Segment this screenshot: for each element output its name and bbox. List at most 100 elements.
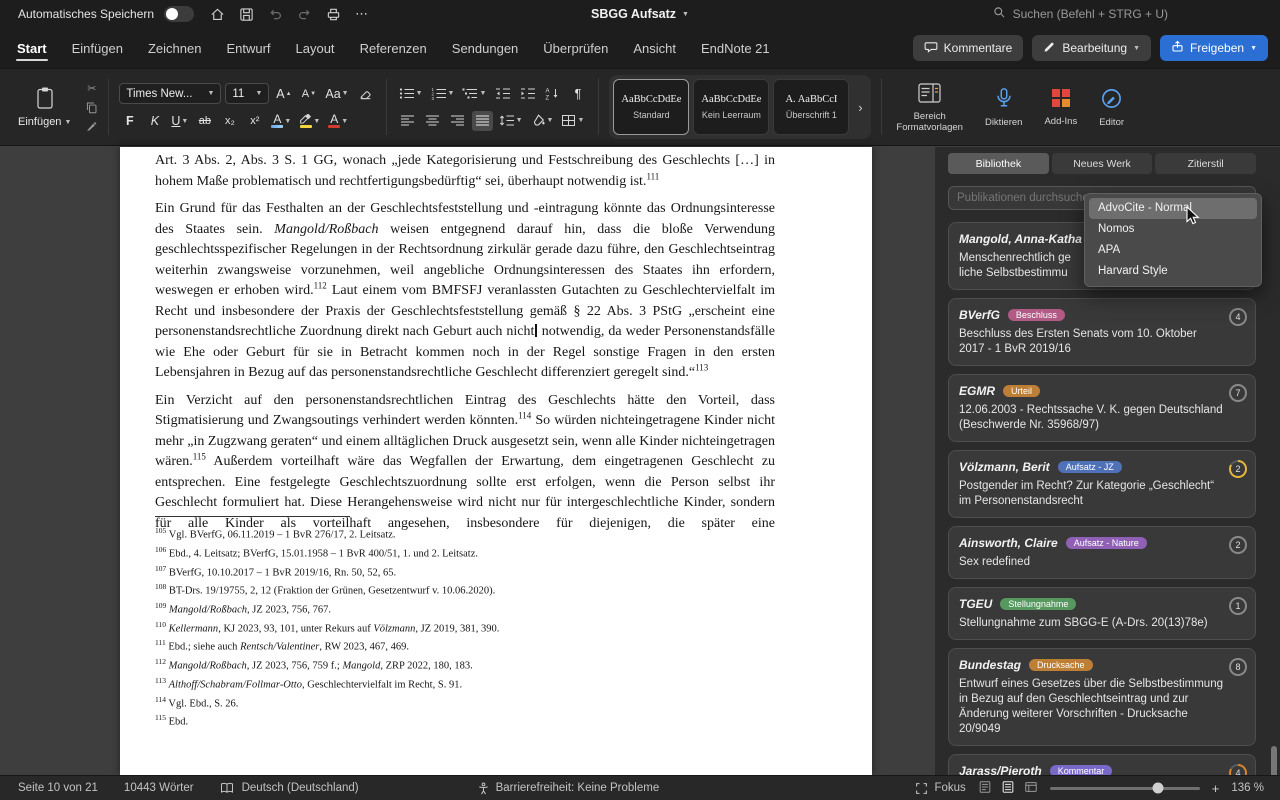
font-color-button[interactable]: A▼ (326, 111, 350, 131)
format-painter-icon[interactable] (85, 119, 98, 133)
language-indicator[interactable]: Deutsch (Deutschland) (242, 782, 359, 794)
sort-button[interactable]: AZ (542, 84, 563, 104)
footnote[interactable]: 108 BT-Drs. 19/19755, 2, 12 (Fraktion de… (155, 580, 775, 599)
share-button[interactable]: Freigeben ▼ (1160, 35, 1268, 61)
subscript-button[interactable]: x₂ (219, 111, 240, 131)
superscript-button[interactable]: x² (244, 111, 265, 131)
footnote[interactable]: 107 BVerfG, 10.10.2017 – 1 BvR 2019/16, … (155, 562, 775, 581)
bullet-list-button[interactable]: ▼ (397, 84, 425, 104)
reference-card[interactable]: EGMRUrteil712.06.2003 - Rechtssache V. K… (948, 374, 1256, 442)
ribbon-tab-endnote-21[interactable]: EndNote 21 (700, 31, 771, 66)
ribbon-tab-start[interactable]: Start (16, 31, 48, 66)
font-size-select[interactable]: 11▼ (225, 83, 269, 104)
footnote[interactable]: 111 Ebd.; siehe auch Rentsch/Valentiner,… (155, 636, 775, 655)
footnote[interactable]: 109 Mangold/Roßbach, JZ 2023, 756, 767. (155, 599, 775, 618)
citation-style-option-advocite-normal[interactable]: AdvoCite - Normal (1089, 198, 1257, 219)
redo-icon[interactable] (297, 7, 312, 22)
footnote[interactable]: 115 Ebd. (155, 711, 775, 730)
ribbon-tab-entwurf[interactable]: Entwurf (225, 31, 271, 66)
grow-font-button[interactable]: A▲ (273, 84, 294, 104)
multilevel-list-button[interactable]: ▼ (460, 84, 488, 104)
strikethrough-button[interactable]: ab (194, 111, 215, 131)
comments-button[interactable]: Kommentare (913, 35, 1024, 61)
document-page[interactable]: Art. 3 Abs. 2, Abs. 3 S. 1 GG, wonach „j… (120, 147, 872, 775)
dictate-button[interactable]: Diktieren (974, 69, 1034, 145)
footnote-area[interactable]: 105 Vgl. BVerfG, 06.11.2019 – 1 BvR 276/… (155, 516, 775, 730)
endnote-tab-neues-werk[interactable]: Neues Werk (1052, 153, 1153, 174)
ribbon-tab-zeichnen[interactable]: Zeichnen (147, 31, 202, 66)
focus-button[interactable]: Fokus (915, 782, 965, 795)
save-icon[interactable] (239, 7, 254, 22)
zoom-slider-thumb[interactable] (1152, 783, 1163, 794)
accessibility-status[interactable]: Barrierefreiheit: Keine Probleme (496, 782, 660, 794)
align-left-button[interactable] (397, 111, 418, 131)
reference-card[interactable]: Ainsworth, ClaireAufsatz - Nature2Sex re… (948, 526, 1256, 579)
document-paragraph[interactable]: Ein Grund für das Festhalten an der Gesc… (155, 199, 775, 384)
document-paragraph[interactable]: Art. 3 Abs. 2, Abs. 3 S. 1 GG, wonach „j… (155, 151, 775, 192)
ribbon-tab-überprüfen[interactable]: Überprüfen (542, 31, 609, 66)
proofing-icon[interactable] (220, 782, 234, 794)
footnote[interactable]: 113 Althoff/Schabram/Follmar-Otto, Gesch… (155, 674, 775, 693)
document-body[interactable]: Art. 3 Abs. 2, Abs. 3 S. 1 GG, wonach „j… (155, 151, 775, 541)
styles-more-button[interactable]: › (853, 100, 867, 115)
line-spacing-button[interactable]: ▼ (497, 111, 525, 131)
increase-indent-button[interactable] (517, 84, 538, 104)
zoom-in-button[interactable]: + (1212, 781, 1220, 796)
align-right-button[interactable] (447, 111, 468, 131)
undo-icon[interactable] (268, 7, 283, 22)
footnote[interactable]: 110 Kellermann, KJ 2023, 93, 101, unter … (155, 618, 775, 637)
copy-icon[interactable] (85, 100, 98, 114)
shrink-font-button[interactable]: A▼ (298, 84, 319, 104)
pilcrow-button[interactable]: ¶ (567, 84, 588, 104)
ribbon-tab-referenzen[interactable]: Referenzen (359, 31, 428, 66)
citation-style-option-harvard-style[interactable]: Harvard Style (1089, 261, 1257, 282)
citation-style-option-nomos[interactable]: Nomos (1089, 219, 1257, 240)
reference-card[interactable]: BVerfGBeschluss4Beschluss des Ersten Sen… (948, 298, 1256, 366)
search-field[interactable]: Suchen (Befehl + STRG + U) (993, 6, 1168, 22)
font-name-select[interactable]: Times New...▼ (119, 83, 221, 104)
footnote[interactable]: 105 Vgl. BVerfG, 06.11.2019 – 1 BvR 276/… (155, 524, 775, 543)
cut-icon[interactable]: ✂ (87, 81, 96, 95)
page-indicator[interactable]: Seite 10 von 21 (18, 782, 98, 794)
ribbon-tab-layout[interactable]: Layout (295, 31, 336, 66)
italic-button[interactable]: K (144, 111, 165, 131)
align-center-button[interactable] (422, 111, 443, 131)
footnote[interactable]: 112 Mangold/Roßbach, JZ 2023, 756, 759 f… (155, 655, 775, 674)
editing-mode-button[interactable]: Bearbeitung ▼ (1032, 35, 1151, 61)
ribbon-tab-ansicht[interactable]: Ansicht (632, 31, 677, 66)
underline-button[interactable]: U▼ (169, 111, 190, 131)
clear-formatting-button[interactable] (355, 84, 376, 104)
decrease-indent-button[interactable] (492, 84, 513, 104)
styles-pane-button[interactable]: BereichFormatvorlagen (885, 69, 974, 145)
word-count[interactable]: 10443 Wörter (124, 782, 194, 794)
endnote-tab-bibliothek[interactable]: Bibliothek (948, 153, 1049, 174)
highlight-color-button[interactable]: ▼ (297, 111, 322, 131)
zoom-level[interactable]: 136 % (1231, 782, 1264, 794)
reference-card[interactable]: TGEUStellungnahme1Stellungnahme zum SBGG… (948, 587, 1256, 640)
paste-button[interactable]: Einfügen▼ (12, 84, 77, 130)
draft-view-icon[interactable] (978, 780, 992, 797)
print-layout-view-icon[interactable] (1001, 780, 1015, 797)
reference-card[interactable]: Völzmann, BeritAufsatz - JZ2Postgender i… (948, 450, 1256, 518)
reference-card[interactable]: BundestagDrucksache8Entwurf eines Gesetz… (948, 648, 1256, 746)
shading-button[interactable]: ▼ (529, 111, 556, 131)
style-standard[interactable]: AaBbCcDdEeStandard (613, 79, 689, 135)
web-layout-view-icon[interactable] (1024, 780, 1038, 797)
borders-button[interactable]: ▼ (559, 111, 586, 131)
document-paragraph[interactable]: Ein Verzicht auf den personenstandsrecht… (155, 391, 775, 535)
change-case-button[interactable]: Aa▼ (323, 84, 350, 104)
citation-style-option-apa[interactable]: APA (1089, 240, 1257, 261)
zoom-slider[interactable] (1050, 787, 1200, 790)
home-icon[interactable] (210, 7, 225, 22)
justify-button[interactable] (472, 111, 493, 131)
autosave-toggle[interactable] (164, 6, 194, 22)
style-kein-leerraum[interactable]: AaBbCcDdEeKein Leerraum (693, 79, 769, 135)
footnote[interactable]: 114 Vgl. Ebd., S. 26. (155, 693, 775, 712)
bold-button[interactable]: F (119, 111, 140, 131)
editor-button[interactable]: Editor (1088, 69, 1135, 145)
text-effects-button[interactable]: A▼ (269, 111, 293, 131)
endnote-tab-zitierstil[interactable]: Zitierstil (1155, 153, 1256, 174)
footnote[interactable]: 106 Ebd., 4. Leitsatz; BVerfG, 15.01.195… (155, 543, 775, 562)
numbered-list-button[interactable]: 123▼ (429, 84, 457, 104)
style-überschrift-1[interactable]: A. AaBbCcIÜberschrift 1 (773, 79, 849, 135)
